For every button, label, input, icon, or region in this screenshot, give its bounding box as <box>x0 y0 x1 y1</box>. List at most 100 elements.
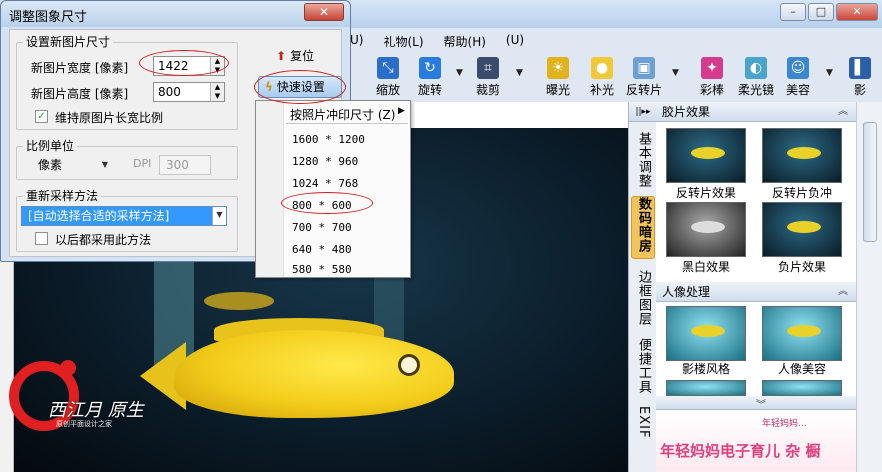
tool-beauty[interactable]: ☺ 美容 ▼ <box>776 54 833 98</box>
reset-label: 复位 <box>290 49 315 63</box>
effect-thumb[interactable] <box>762 380 842 396</box>
tab-label: 边框图层 <box>636 270 651 326</box>
tool-exposure[interactable]: ☀ 曝光 <box>536 54 580 98</box>
menu-gutter <box>256 101 284 277</box>
tool-exposure-label: 曝光 <box>545 83 570 97</box>
effect-label: 影楼风格 <box>681 362 730 376</box>
watermark-sub: 原创平面设计之家 <box>56 420 112 428</box>
tool-soft-lens[interactable]: ◐ 柔光镜 <box>734 54 778 98</box>
tab-quick-tools[interactable]: 便捷工具 <box>631 338 655 399</box>
resample-value: [自动选择合适的采样方法] <box>28 209 170 223</box>
effect-thumb-bw[interactable] <box>666 202 746 257</box>
soft-lens-icon: ◐ <box>745 57 767 79</box>
expand-more[interactable]: ︾ <box>656 396 856 411</box>
effect-thumb-reversal[interactable] <box>666 128 746 183</box>
group-label: 比例单位 <box>23 139 78 153</box>
menu-item-gift[interactable]: 礼物(L) <box>383 33 423 53</box>
tool-resize[interactable]: ⤡ 缩放 <box>366 54 410 98</box>
menu-item-help[interactable]: 帮助(H) <box>444 33 486 53</box>
menu-item-size[interactable]: 1024 * 768 <box>292 177 358 190</box>
tool-beauty-label: 美容 <box>785 83 810 97</box>
tool-fill-light-label: 补光 <box>589 83 614 97</box>
dpi-input[interactable]: 300 <box>159 155 211 175</box>
scroll-thumb[interactable] <box>863 122 877 242</box>
tool-rotate[interactable]: ↻ 旋转 ▼ <box>408 54 463 98</box>
chevron-down-icon[interactable]: ▼ <box>672 68 679 78</box>
tool-reversal-film-label: 反转片 <box>625 83 662 97</box>
dialog-titlebar[interactable]: 调整图象尺寸 ✕ <box>1 1 350 27</box>
chevron-down-icon[interactable]: ▼ <box>826 68 833 78</box>
effect-thumb[interactable] <box>666 380 746 396</box>
section-title: 胶片效果 <box>662 105 711 119</box>
tab-label: 基本调整 <box>636 132 651 188</box>
width-label: 新图片宽度 [像素] <box>31 61 129 75</box>
bulb-icon: ● <box>591 57 613 79</box>
group-unit: 比例单位 像素 ▼ DPI 300 <box>16 139 238 180</box>
maximize-button[interactable]: □ <box>808 3 834 21</box>
toolbar: ⤡ 缩放 ↻ 旋转 ▼ ⌗ 裁剪 ▼ ☀ 曝光 ● 补光 ▣ 反转片 ▼ ✦ 彩… <box>350 54 882 102</box>
effect-thumb-portrait-beauty[interactable] <box>762 306 842 361</box>
unit-select[interactable]: 像素 ▼ <box>31 155 115 175</box>
menu-item-label: 按照片冲印尺寸 (Z) <box>290 108 396 122</box>
effect-thumb-studio[interactable] <box>666 306 746 361</box>
highlight-800x600 <box>281 192 373 214</box>
effect-thumb-reversal-negative[interactable] <box>762 128 842 183</box>
dpi-label: DPI <box>133 157 152 170</box>
highlight-width <box>139 50 229 76</box>
chevron-down-icon[interactable]: ▼ <box>456 68 463 78</box>
use-later-checkbox[interactable] <box>35 232 48 245</box>
film-icon: ▣ <box>633 57 655 79</box>
effect-thumb-negative[interactable] <box>762 202 842 257</box>
tool-reversal-film[interactable]: ▣ 反转片 ▼ <box>622 54 679 98</box>
small-fish <box>204 292 274 310</box>
menu-item-by-print-size[interactable]: 按照片冲印尺寸 (Z) ▶ <box>290 106 405 123</box>
shadow-icon: ▌ <box>849 57 871 79</box>
resample-select[interactable]: [自动选择合适的采样方法] ▼ <box>21 206 227 226</box>
tool-crop[interactable]: ⌗ 裁剪 ▼ <box>466 54 523 98</box>
keep-ratio-checkbox[interactable]: ✓ <box>35 110 48 123</box>
panel-scrollbar[interactable] <box>856 102 882 472</box>
section-portrait[interactable]: 人像处理 ︽ <box>656 282 856 302</box>
height-value: 800 <box>158 85 181 99</box>
tool-color-wand[interactable]: ✦ 彩棒 <box>690 54 734 98</box>
window-controls: – □ ✕ <box>780 3 878 21</box>
face-icon: ☺ <box>787 57 809 79</box>
tool-shadow[interactable]: ▌ 影 <box>838 54 882 98</box>
effect-label: 反转片效果 <box>675 186 736 200</box>
collapse-icon[interactable]: ︽ <box>838 102 848 122</box>
menu-item-size[interactable]: 640 * 480 <box>292 243 352 256</box>
dialog-title: 调整图象尺寸 <box>9 10 88 25</box>
side-tabs: ||▸▸ 基本调整 数码暗房 边框图层 便捷工具 EXIF <box>628 102 657 472</box>
menu-item-u[interactable]: U) <box>350 33 363 53</box>
section-film-effects[interactable]: 胶片效果 ︽ <box>656 102 856 122</box>
expand-tabs-icon[interactable]: ||▸▸ <box>629 102 657 122</box>
menu-item-size[interactable]: 580 * 580 <box>292 263 352 276</box>
ad-banner[interactable]: 年轻妈妈... 年轻妈妈电子育儿 杂 橱 <box>656 410 856 472</box>
group-label: 重新采样方法 <box>23 189 102 203</box>
tab-frame-layer[interactable]: 边框图层 <box>631 270 655 331</box>
ad-text: 年轻妈妈电子育儿 杂 橱 <box>660 442 821 460</box>
height-spinbox[interactable]: 800 ▲ ▼ <box>153 82 225 102</box>
menu-item-size[interactable]: 1600 * 1200 <box>292 133 365 146</box>
collapse-icon[interactable]: ︽ <box>838 282 848 302</box>
tab-label: EXIF <box>636 406 651 439</box>
chevron-down-icon[interactable]: ▼ <box>516 68 523 78</box>
use-later-label: 以后都采用此方法 <box>55 233 152 247</box>
chevron-down-icon: ▼ <box>101 160 109 169</box>
tab-basic-adjust[interactable]: 基本调整 <box>631 132 655 193</box>
minimize-button[interactable]: – <box>780 3 806 21</box>
menu-item-size[interactable]: 1280 * 960 <box>292 155 358 168</box>
chevron-down-icon: ▼ <box>212 207 226 225</box>
effect-label: 人像美容 <box>777 362 826 376</box>
spin-arrows-icon[interactable]: ▲ ▼ <box>210 83 224 101</box>
tool-fill-light[interactable]: ● 补光 <box>580 54 624 98</box>
dialog-close-button[interactable]: ✕ <box>304 3 344 21</box>
tab-exif[interactable]: EXIF <box>631 406 655 443</box>
menu-item-size[interactable]: 700 * 700 <box>292 221 352 234</box>
reset-button[interactable]: ⬆ 复位 <box>276 47 314 64</box>
group-resample: 重新采样方法 [自动选择合适的采样方法] ▼ 以后都采用此方法 <box>16 189 238 252</box>
close-window-button[interactable]: ✕ <box>836 3 878 21</box>
menu-separator <box>286 123 408 124</box>
menu-item-extra[interactable]: (U) <box>506 33 524 53</box>
tab-digital-darkroom[interactable]: 数码暗房 <box>631 196 655 259</box>
